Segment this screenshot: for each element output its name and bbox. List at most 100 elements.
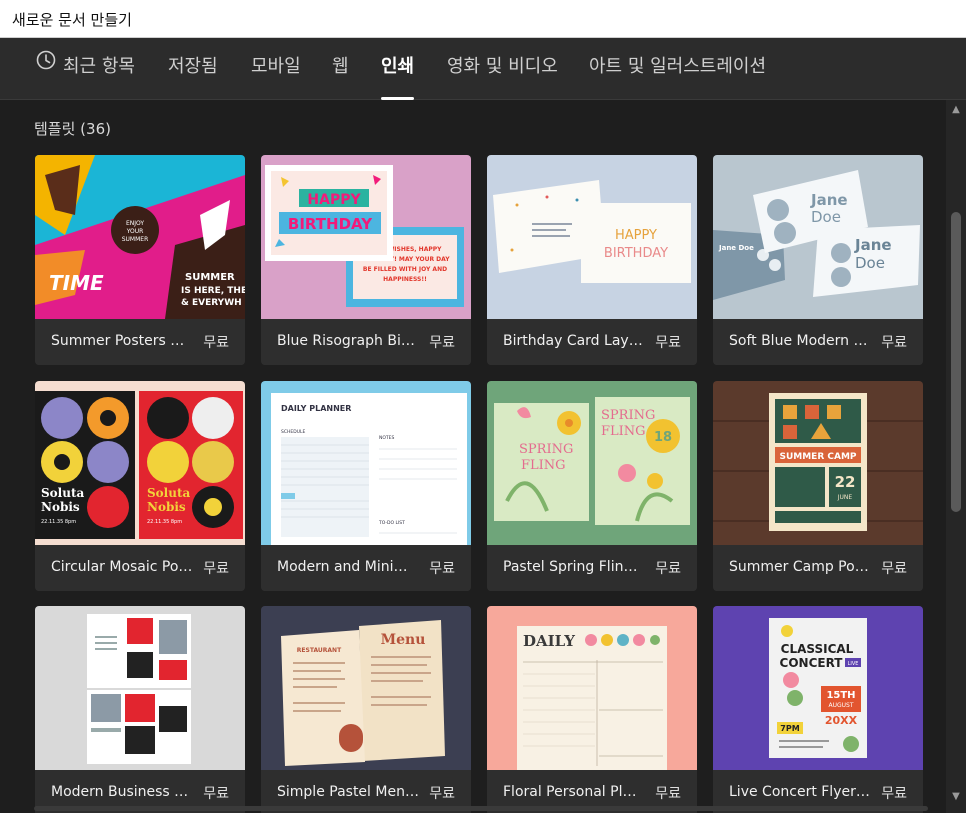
horizontal-scrollbar[interactable] bbox=[34, 806, 928, 811]
card-footer: Circular Mosaic Post... 무료 bbox=[35, 545, 245, 591]
scroll-down-arrow-icon[interactable]: ▼ bbox=[950, 791, 962, 803]
tab-mobile[interactable]: 모바일 bbox=[251, 38, 301, 100]
template-gallery: 템플릿 (36) ENJOY YOUR SUMMER TIME SUMMER I… bbox=[0, 100, 946, 813]
template-thumbnail: DAILY PLANNER SCHEDULE NOTES TO-DO LIST bbox=[261, 381, 471, 545]
template-price: 무료 bbox=[429, 335, 455, 351]
template-price: 무료 bbox=[881, 335, 907, 351]
scroll-thumb[interactable] bbox=[951, 212, 961, 512]
svg-text:FLING: FLING bbox=[521, 458, 566, 473]
svg-text:YOUR: YOUR bbox=[126, 228, 144, 235]
svg-text:Soluta: Soluta bbox=[41, 486, 84, 500]
tab-print-label: 인쇄 bbox=[381, 56, 415, 77]
template-card-soft-blue-business[interactable]: Jane Doe Jane Doe Jane Doe Soft Blue Mod… bbox=[713, 155, 923, 365]
svg-text:Doe: Doe bbox=[855, 254, 885, 272]
template-price: 무료 bbox=[203, 786, 229, 802]
template-name: Birthday Card Layout... bbox=[503, 333, 645, 349]
template-price: 무료 bbox=[203, 335, 229, 351]
template-card-risograph-birthday[interactable]: BEST WISHES, HAPPY BIRTHDAY! MAY YOUR DA… bbox=[261, 155, 471, 365]
template-card-pastel-menu[interactable]: Menu RESTAURANT Simple Pastel Menu... 무료 bbox=[261, 606, 471, 813]
svg-text:TIME: TIME bbox=[49, 271, 104, 295]
scroll-up-arrow-icon[interactable]: ▲ bbox=[950, 104, 962, 116]
template-name: Summer Camp Poster bbox=[729, 559, 871, 575]
svg-text:SCHEDULE: SCHEDULE bbox=[281, 429, 305, 435]
svg-text:HAPPINESS!!: HAPPINESS!! bbox=[383, 276, 427, 283]
tab-print[interactable]: 인쇄 bbox=[381, 38, 415, 100]
template-thumbnail: SUMMER CAMP 22 JUNE bbox=[713, 381, 923, 545]
card-footer: Birthday Card Layout... 무료 bbox=[487, 319, 697, 365]
svg-text:ENJOY: ENJOY bbox=[126, 220, 144, 227]
svg-text:NOTES: NOTES bbox=[379, 435, 395, 441]
template-card-floral-planner[interactable]: DAILY Floral Personal Plann... 무료 bbox=[487, 606, 697, 813]
template-card-summer-camp[interactable]: SUMMER CAMP 22 JUNE Summer Camp Poster 무… bbox=[713, 381, 923, 591]
template-card-pastel-spring-fling[interactable]: SPRING FLING SPRING FLING 18 Pastel Spri… bbox=[487, 381, 697, 591]
template-thumbnail: Menu RESTAURANT bbox=[261, 606, 471, 770]
card-footer: Soft Blue Modern Bu... 무료 bbox=[713, 319, 923, 365]
template-name: Pastel Spring Fling Ev... bbox=[503, 559, 645, 575]
svg-text:Menu: Menu bbox=[381, 632, 426, 648]
template-price: 무료 bbox=[203, 561, 229, 577]
svg-text:Doe: Doe bbox=[811, 208, 841, 226]
vertical-scrollbar[interactable]: ▲ ▼ bbox=[946, 100, 966, 813]
template-name: Blue Risograph Birth... bbox=[277, 333, 419, 349]
svg-text:BIRTHDAY: BIRTHDAY bbox=[288, 215, 373, 233]
tab-film-video-label: 영화 및 비디오 bbox=[447, 56, 558, 77]
svg-text:CONCERT: CONCERT bbox=[780, 656, 844, 670]
svg-text:LIVE: LIVE bbox=[848, 661, 859, 667]
template-thumbnail: BEST WISHES, HAPPY BIRTHDAY! MAY YOUR DA… bbox=[261, 155, 471, 319]
card-footer: Modern and Minimal... 무료 bbox=[261, 545, 471, 591]
tab-mobile-label: 모바일 bbox=[251, 56, 301, 77]
template-card-summer-posters[interactable]: ENJOY YOUR SUMMER TIME SUMMER IS HERE, T… bbox=[35, 155, 245, 365]
svg-text:SUMMER CAMP: SUMMER CAMP bbox=[779, 452, 856, 462]
svg-text:BIRTHDAY: BIRTHDAY bbox=[604, 246, 668, 261]
template-card-circular-mosaic[interactable]: Soluta Nobis 22.11.35 8pm Soluta Nobis 2… bbox=[35, 381, 245, 591]
tab-art-illustration-label: 아트 및 일러스트레이션 bbox=[589, 56, 767, 77]
svg-text:SPRING: SPRING bbox=[601, 408, 655, 423]
window-title: 새로운 문서 만들기 bbox=[12, 11, 132, 29]
card-footer: Summer Posters Set 무료 bbox=[35, 319, 245, 365]
svg-text:Jane: Jane bbox=[810, 191, 848, 209]
svg-text:SUMMER: SUMMER bbox=[122, 236, 149, 243]
clock-icon bbox=[36, 36, 56, 94]
svg-text:JUNE: JUNE bbox=[837, 494, 853, 501]
template-thumbnail bbox=[35, 606, 245, 770]
svg-text:Jane Doe: Jane Doe bbox=[718, 244, 754, 252]
template-thumbnail: Soluta Nobis 22.11.35 8pm Soluta Nobis 2… bbox=[35, 381, 245, 545]
svg-text:22.11.35 8pm: 22.11.35 8pm bbox=[41, 519, 76, 525]
svg-text:Jane: Jane bbox=[854, 236, 892, 254]
template-name: Live Concert Flyer La... bbox=[729, 784, 871, 800]
svg-text:Soluta: Soluta bbox=[147, 486, 190, 500]
template-name: Soft Blue Modern Bu... bbox=[729, 333, 871, 349]
svg-text:18: 18 bbox=[654, 430, 672, 445]
card-footer: Pastel Spring Fling Ev... 무료 bbox=[487, 545, 697, 591]
svg-text:IS HERE, THE: IS HERE, THE bbox=[181, 286, 245, 296]
template-price: 무료 bbox=[881, 786, 907, 802]
svg-text:22.11.35 8pm: 22.11.35 8pm bbox=[147, 519, 182, 525]
svg-text:RESTAURANT: RESTAURANT bbox=[297, 647, 342, 654]
tab-recent-label: 최근 항목 bbox=[63, 56, 135, 77]
tab-recent[interactable]: 최근 항목 bbox=[36, 38, 135, 100]
template-price: 무료 bbox=[429, 561, 455, 577]
window-titlebar: 새로운 문서 만들기 bbox=[0, 0, 966, 38]
tab-film-video[interactable]: 영화 및 비디오 bbox=[447, 38, 558, 100]
svg-text:7PM: 7PM bbox=[780, 724, 799, 733]
tab-web[interactable]: 웹 bbox=[332, 38, 349, 100]
svg-text:TO-DO LIST: TO-DO LIST bbox=[378, 520, 405, 526]
svg-text:DAILY PLANNER: DAILY PLANNER bbox=[281, 404, 351, 413]
template-thumbnail: ENJOY YOUR SUMMER TIME SUMMER IS HERE, T… bbox=[35, 155, 245, 319]
template-card-daily-planner[interactable]: DAILY PLANNER SCHEDULE NOTES TO-DO LIST bbox=[261, 381, 471, 591]
template-card-birthday-card-layout[interactable]: HAPPY BIRTHDAY Birthday Card Layout... 무… bbox=[487, 155, 697, 365]
svg-text:15TH: 15TH bbox=[826, 690, 855, 701]
template-card-live-concert-flyer[interactable]: CLASSICAL CONCERT LIVE 15TH AUGUST 20XX … bbox=[713, 606, 923, 813]
svg-text:AUGUST: AUGUST bbox=[828, 702, 853, 709]
tab-art-illustration[interactable]: 아트 및 일러스트레이션 bbox=[589, 38, 766, 100]
tab-saved-label: 저장됨 bbox=[168, 56, 218, 77]
template-name: Modern Business Tri-... bbox=[51, 784, 193, 800]
template-name: Simple Pastel Menu... bbox=[277, 784, 419, 800]
template-thumbnail: CLASSICAL CONCERT LIVE 15TH AUGUST 20XX … bbox=[713, 606, 923, 770]
template-name: Floral Personal Plann... bbox=[503, 784, 645, 800]
tab-saved[interactable]: 저장됨 bbox=[168, 38, 218, 100]
svg-text:SPRING: SPRING bbox=[519, 442, 573, 457]
template-card-business-trifold[interactable]: Modern Business Tri-... 무료 bbox=[35, 606, 245, 813]
template-name: Modern and Minimal... bbox=[277, 559, 419, 575]
template-price: 무료 bbox=[429, 786, 455, 802]
